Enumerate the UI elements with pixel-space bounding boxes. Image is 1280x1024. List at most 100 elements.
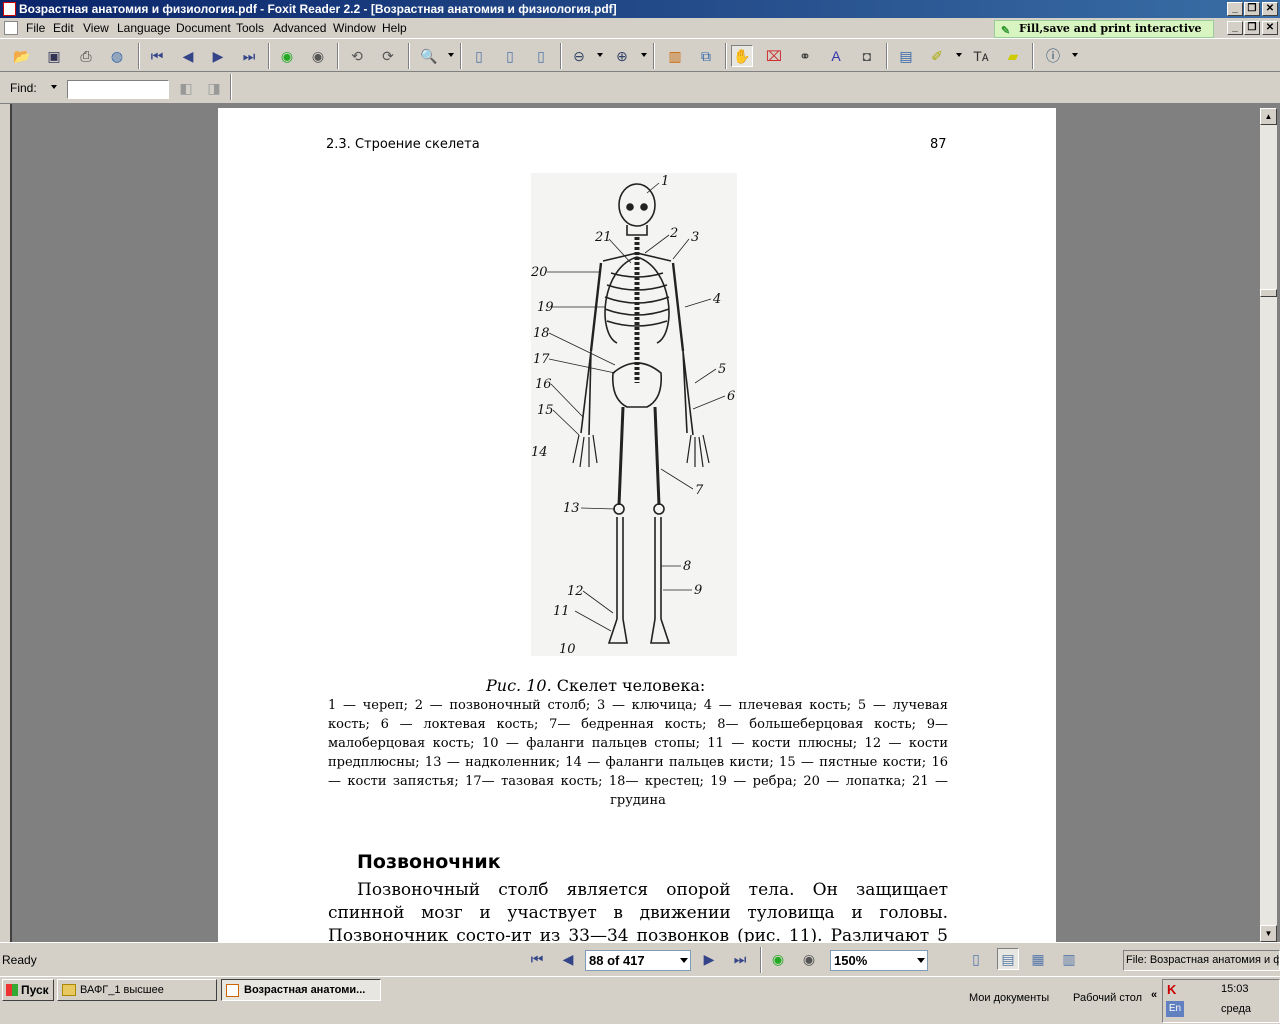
menu-document[interactable]: Document — [176, 21, 231, 35]
maximize-button[interactable]: ❐ — [1244, 2, 1260, 16]
last-page-icon[interactable]: ⏭ — [238, 45, 260, 67]
zoom-out-icon[interactable]: ⊖ — [568, 45, 590, 67]
clock-day: среда — [1221, 1003, 1252, 1015]
menu-file[interactable]: File — [26, 21, 45, 35]
hand-tool-icon[interactable]: ✋ — [731, 45, 753, 67]
zoom-in-icon[interactable]: 🔍 — [418, 45, 440, 67]
minimize-button[interactable]: _ — [1227, 2, 1243, 16]
find-input[interactable] — [67, 80, 169, 99]
caption-title: Скелет человека: — [556, 676, 706, 695]
status-prev-page-icon[interactable]: ◀ — [557, 948, 579, 970]
note-icon[interactable]: ▰ — [1002, 45, 1024, 67]
info-dropdown-icon[interactable] — [1072, 53, 1078, 57]
menu-help[interactable]: Help — [382, 21, 407, 35]
scroll-thumb[interactable] — [1260, 289, 1277, 297]
zoom-out-dropdown-icon[interactable] — [597, 53, 603, 57]
status-bar: Ready ⏮ ◀ 88 of 417 ▶ ⏭ ◉ ◉ 150% ▯ ▤ ▦ ▥… — [0, 942, 1280, 976]
toolbar-expand-icon[interactable]: « — [1151, 989, 1157, 1001]
info-icon[interactable]: ⓘ — [1042, 45, 1064, 67]
back-icon[interactable]: ◉ — [276, 45, 298, 67]
find-toolbar: Find: ◧ ◨ — [0, 72, 1280, 104]
doc-close-button[interactable]: ✕ — [1262, 21, 1278, 35]
label-1: 1 — [661, 174, 669, 189]
file-info: File: Возрастная анатомия и физиология.p… — [1123, 950, 1280, 971]
menu-window[interactable]: Window — [333, 21, 376, 35]
status-first-page-icon[interactable]: ⏮ — [526, 948, 548, 970]
text-viewer-icon[interactable]: A — [825, 45, 847, 67]
email-icon[interactable]: ◍ — [106, 45, 128, 67]
pdf-convert-icon[interactable]: ⧉ — [695, 45, 717, 67]
page-field-dropdown-icon[interactable] — [680, 958, 688, 963]
zoom-dropdown-icon[interactable] — [448, 53, 454, 57]
menu-language[interactable]: Language — [117, 21, 170, 35]
scroll-down-icon[interactable]: ▼ — [1260, 925, 1277, 942]
document-icon[interactable] — [4, 21, 18, 35]
single-page-icon[interactable]: ▯ — [965, 948, 987, 970]
menu-advanced[interactable]: Advanced — [273, 21, 326, 35]
doc-restore-button[interactable]: ❐ — [1244, 21, 1260, 35]
snapshot-icon[interactable]: ◘ — [856, 45, 878, 67]
label-9: 9 — [694, 583, 702, 598]
highlight-dropdown-icon[interactable] — [956, 53, 962, 57]
scroll-up-icon[interactable]: ▲ — [1260, 108, 1277, 125]
forward-icon[interactable]: ◉ — [307, 45, 329, 67]
find-binoculars-icon[interactable]: ⚭ — [794, 45, 816, 67]
doc-minimize-button[interactable]: _ — [1227, 21, 1243, 35]
menu-view[interactable]: View — [83, 21, 109, 35]
first-page-icon[interactable]: ⏮ — [146, 45, 168, 67]
page-number: 87 — [930, 137, 947, 152]
continuous-facing-icon[interactable]: ▥ — [1058, 948, 1080, 970]
rotate-right-icon[interactable]: ⟳ — [377, 45, 399, 67]
task-folder[interactable]: ВАФГ_1 высшее — [57, 979, 217, 1001]
left-panel-splitter[interactable] — [0, 104, 12, 942]
open-icon[interactable]: 📂 — [11, 45, 33, 67]
zoom-in-dropdown-icon[interactable] — [641, 53, 647, 57]
menu-tools[interactable]: Tools — [236, 21, 264, 35]
desktop-link[interactable]: Рабочий стол — [1073, 992, 1142, 1004]
continuous-icon[interactable]: ▤ — [997, 948, 1019, 970]
facing-icon[interactable]: ▦ — [1027, 948, 1049, 970]
kaspersky-icon[interactable]: K — [1167, 982, 1176, 997]
highlight-icon[interactable]: ✐ — [926, 45, 948, 67]
language-indicator[interactable]: En — [1166, 1001, 1184, 1017]
fill-forms-banner[interactable]: ✎ Fill,save and print interactive forms! — [994, 20, 1214, 51]
save-icon[interactable]: ▣ — [43, 45, 65, 67]
status-next-page-icon[interactable]: ▶ — [698, 948, 720, 970]
print-icon[interactable]: ⎙ — [75, 45, 97, 67]
typewriter-icon[interactable]: Tᴀ — [970, 45, 992, 67]
close-button[interactable]: ✕ — [1262, 2, 1278, 16]
fit-page-icon[interactable]: ▯ — [499, 45, 521, 67]
label-14: 14 — [531, 445, 548, 460]
figure-legend: 1 — череп; 2 — позвоночный столб; 3 — кл… — [328, 698, 948, 808]
page-number-field[interactable]: 88 of 417 — [585, 950, 691, 971]
find-dropdown-icon[interactable] — [51, 85, 57, 89]
label-20: 20 — [531, 265, 548, 280]
zoom-in-plus-icon[interactable]: ⊕ — [611, 45, 633, 67]
select-text-icon[interactable]: ⌧ — [763, 45, 785, 67]
bookmark-icon[interactable]: ▥ — [664, 45, 686, 67]
actual-size-icon[interactable]: ▯ — [468, 45, 490, 67]
find-next-icon[interactable]: ◨ — [203, 77, 225, 99]
prev-page-icon[interactable]: ◀ — [177, 45, 199, 67]
femur-shape — [617, 406, 661, 506]
find-prev-icon[interactable]: ◧ — [175, 77, 197, 99]
label-19: 19 — [537, 300, 554, 315]
start-button[interactable]: Пуск — [2, 979, 54, 1001]
fit-width-icon[interactable]: ▯ — [530, 45, 552, 67]
rotate-left-icon[interactable]: ⟲ — [346, 45, 368, 67]
zoom-dropdown-icon[interactable] — [917, 958, 925, 963]
status-last-page-icon[interactable]: ⏭ — [729, 948, 751, 970]
patella-left — [613, 503, 625, 515]
clock-time[interactable]: 15:03 — [1221, 983, 1249, 995]
vertical-scrollbar[interactable]: ▲ ▼ — [1260, 108, 1277, 942]
status-forward-icon[interactable]: ◉ — [798, 948, 820, 970]
zoom-field[interactable]: 150% — [830, 950, 928, 971]
my-documents-link[interactable]: Мои документы — [969, 992, 1049, 1004]
status-back-icon[interactable]: ◉ — [767, 948, 789, 970]
skeleton-figure: 1 2 3 4 5 6 7 8 9 10 11 12 13 14 15 16 1… — [530, 173, 737, 657]
task-foxit[interactable]: Возрастная анатоми... — [221, 979, 381, 1001]
menu-edit[interactable]: Edit — [53, 21, 74, 35]
next-page-icon[interactable]: ▶ — [207, 45, 229, 67]
label-3: 3 — [691, 230, 699, 245]
form-icon[interactable]: ▤ — [895, 45, 917, 67]
